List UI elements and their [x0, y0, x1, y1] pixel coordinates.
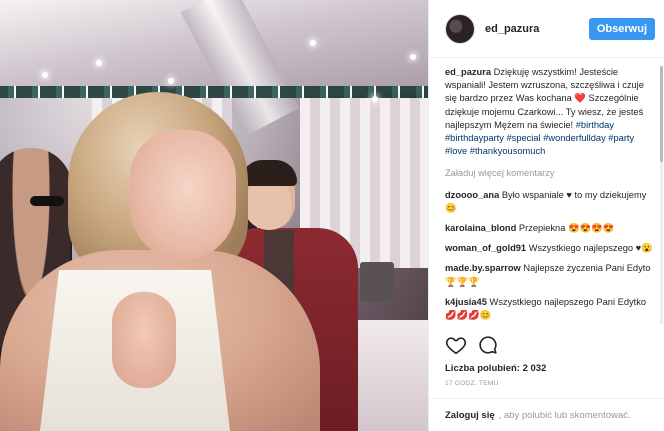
login-link[interactable]: Zaloguj się — [445, 410, 495, 421]
woman-face — [130, 130, 236, 260]
comment: dzoooo_ana Było wspaniale ♥ to my dzieku… — [445, 189, 663, 215]
post-sidebar: ed_pazura Obserwuj ed_pazura Dziękuję ws… — [428, 0, 664, 431]
avatar[interactable] — [445, 13, 475, 44]
comment: karolaina_blond Przepiekna 😍😍😍😍 — [445, 222, 663, 235]
caption-username[interactable]: ed_pazura — [445, 67, 491, 77]
comment-text: Wszystkiego najlepszego ♥😮 — [528, 243, 653, 254]
string-light — [168, 78, 174, 84]
username[interactable]: ed_pazura — [485, 23, 589, 35]
comment: woman_of_gold91 Wszystkiego najlepszego … — [445, 242, 663, 255]
login-prompt: , aby polubić lub skomentować. — [498, 409, 631, 421]
light-garland — [0, 86, 428, 98]
comment: made.by.sparrow Najlepsze życzenia Pani … — [445, 262, 663, 288]
post-time: 17 GODZ. TEMU — [445, 380, 499, 387]
comment-username[interactable]: woman_of_gold91 — [445, 243, 526, 253]
comment-icon[interactable] — [477, 334, 499, 361]
caption: ed_pazura Dziękuję wszystkim! Jesteście … — [445, 66, 663, 158]
string-light — [42, 72, 48, 78]
man-hair — [241, 160, 297, 186]
login-footer: Zaloguj się , aby polubić lub skomentowa… — [429, 398, 664, 431]
sunglasses — [30, 196, 64, 206]
comment-username[interactable]: dzoooo_ana — [445, 190, 499, 200]
string-light — [96, 60, 102, 66]
post-photo — [0, 0, 428, 431]
comment-username[interactable]: karolaina_blond — [445, 223, 516, 233]
coffee-machine — [360, 262, 394, 302]
string-light — [310, 40, 316, 46]
comment-text: Przepiekna 😍😍😍😍 — [518, 223, 615, 234]
likes-count[interactable]: Liczba polubień: 2 032 — [445, 363, 546, 374]
comment-username[interactable]: made.by.sparrow — [445, 263, 521, 273]
scrollbar-thumb[interactable] — [660, 66, 663, 162]
string-light — [372, 96, 378, 102]
heart-icon[interactable] — [445, 334, 467, 361]
follow-button[interactable]: Obserwuj — [588, 17, 655, 40]
post-header: ed_pazura Obserwuj — [429, 0, 664, 58]
post-actions — [445, 335, 499, 359]
comment-username[interactable]: k4jusia45 — [445, 297, 487, 307]
string-light — [410, 54, 416, 60]
load-more-comments[interactable]: Załaduj więcej komentarzy — [445, 167, 663, 180]
comments-section[interactable]: ed_pazura Dziękuję wszystkim! Jesteście … — [445, 66, 663, 324]
comment: k4jusia45 Wszystkiego najlepszego Pani E… — [445, 296, 663, 322]
clasped-hands — [112, 292, 176, 388]
